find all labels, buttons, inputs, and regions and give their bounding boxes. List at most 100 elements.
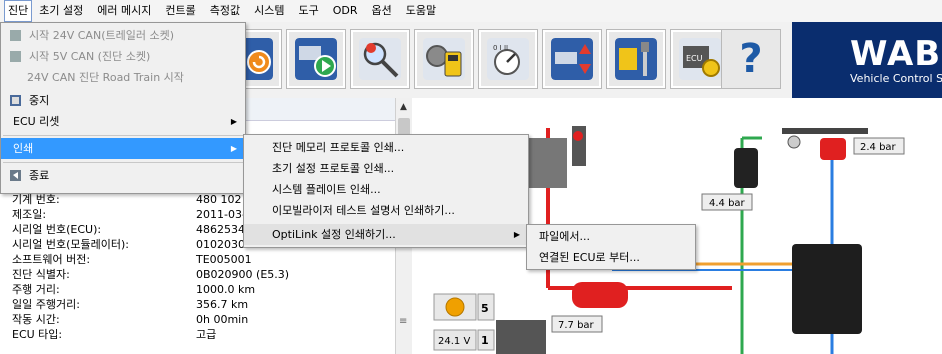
menu-item-label: 연결된 ECU로 부터... [539,251,640,264]
menu-item-label: 24V CAN 진단 Road Train 시작 [27,71,184,84]
channel-label-5: 5 [481,302,489,315]
info-value: 4862534 [196,223,245,236]
menu-help[interactable]: 도움말 [399,1,443,21]
info-key: 제조일: [12,208,47,221]
pressure-label-3: 7.7 bar [558,320,595,331]
menu-options[interactable]: 옵션 [365,1,399,21]
trailer-play-icon [295,38,337,80]
info-key: 기계 번호: [12,193,60,206]
menu-item-label: 인쇄 [13,142,34,155]
toolbar-button-search[interactable] [350,29,410,89]
menu-item-label: 종료 [29,169,50,182]
magnifier-icon [359,38,401,80]
air-reservoir-small [734,148,758,188]
menu-item-print-diagnostic-memory[interactable]: 진단 메모리 프로토콜 인쇄... [244,137,528,158]
menu-separator [3,162,243,163]
menu-odr[interactable]: ODR [326,1,365,21]
info-key: 주행 거리: [12,283,60,296]
menu-item-start-road-train[interactable]: 24V CAN 진단 Road Train 시작 [1,67,245,88]
menu-separator [3,135,243,136]
menu-item-label: ECU 리셋 [13,115,60,128]
info-value: 0B020900 (E5.3) [196,268,290,281]
toolbar-button-tools[interactable] [606,29,666,89]
valve-red-cap [573,131,583,141]
menu-item-stop[interactable]: 중지 [1,90,245,111]
menu-item-print-optilink[interactable]: OptiLink 설정 인쇄하기... ▶ [244,224,528,245]
trailer-socket-icon [10,30,21,41]
submenu-arrow-icon: ▶ [513,230,520,239]
menu-item-from-file[interactable]: 파일에서... [527,226,695,247]
info-value: 1000.0 km [196,283,256,296]
tools-icon [615,38,657,80]
submenu-arrow-icon: ▶ [230,117,237,126]
channel-label-1: 1 [481,334,489,347]
info-value: TE005001 [196,253,252,266]
menu-item-label: 초기 설정 프로토콜 인쇄... [272,162,395,175]
gear-multimeter-icon [423,38,465,80]
dial-icon: 0 I II [487,38,529,80]
menu-initial-setup[interactable]: 초기 설정 [32,1,90,21]
menu-bar: 진단 초기 설정 에러 메시지 컨트롤 측정값 시스템 도구 ODR 옵션 도움… [0,0,942,23]
toolbar-button-play[interactable] [286,29,346,89]
info-key: 일일 주행거리: [12,298,80,311]
air-reservoir-large [572,282,628,308]
help-button[interactable]: ? [721,29,781,89]
menu-item-print-system-plate[interactable]: 시스템 플레이트 인쇄... [244,179,528,200]
menu-tools[interactable]: 도구 [291,1,325,21]
ecu-gear-icon: ECU [679,38,721,80]
menu-error-messages[interactable]: 에러 메시지 [90,1,158,21]
trailer-arrows-icon [551,38,593,80]
brand-banner: WAB Vehicle Control S [792,22,942,98]
menu-item-exit[interactable]: 종료 [1,165,245,186]
warning-lamp-icon [445,297,465,317]
info-value: 고급 [196,328,217,341]
svg-text:ECU: ECU [686,54,703,63]
pressure-label-2: 4.4 bar [709,198,746,209]
print-submenu: 진단 메모리 프로토콜 인쇄... 초기 설정 프로토콜 인쇄... 시스템 플… [243,134,529,248]
info-value: 0h 00min [196,313,249,326]
diagnosis-menu: 시작 24V CAN(트레일러 소켓) 시작 5V CAN (진단 소켓) 24… [0,22,246,194]
info-value: 0102030 [196,238,245,251]
help-icon: ? [739,36,763,82]
toolbar-button-measure[interactable] [414,29,474,89]
menu-item-label: 시작 5V CAN (진단 소켓) [29,50,151,63]
menu-item-print-initial-setup[interactable]: 초기 설정 프로토콜 인쇄... [244,158,528,179]
menu-item-ecu-reset[interactable]: ECU 리셋 ▶ [1,111,245,132]
menu-diagnosis[interactable]: 진단 [4,0,33,22]
info-key: ECU 타입: [12,328,63,341]
menu-system[interactable]: 시스템 [247,1,291,21]
connector-block [496,320,546,354]
menu-item-label: 시스템 플레이트 인쇄... [272,183,381,196]
menu-item-from-connected-ecu[interactable]: 연결된 ECU로 부터... [527,247,695,268]
info-key: 시리얼 번호(ECU): [12,223,102,236]
menu-item-print-immobilizer[interactable]: 이모빌라이저 테스트 설명서 인쇄하기... [244,200,528,221]
toolbar-button-trailer-arrows[interactable] [542,29,602,89]
info-value: 2011-03- [196,208,246,221]
menu-item-label: 중지 [29,94,50,107]
menu-item-start-24v-can[interactable]: 시작 24V CAN(트레일러 소켓) [1,25,245,46]
brand-logo: WAB [850,34,942,74]
reservoir-red-top [820,138,846,160]
rail [782,128,868,134]
submenu-arrow-icon: ▶ [230,144,237,153]
menu-control[interactable]: 컨트롤 [158,1,202,21]
scroll-up-arrow-icon[interactable]: ▲ [400,102,407,112]
pressure-label-1: 2.4 bar [860,142,897,153]
toolbar-button-dial[interactable]: 0 I II [478,29,538,89]
exit-icon [10,170,21,181]
menu-item-label: 진단 메모리 프로토콜 인쇄... [272,141,405,154]
info-key: 시리얼 번호(모듈레이터): [12,238,129,251]
menu-item-start-5v-can[interactable]: 시작 5V CAN (진단 소켓) [1,46,245,67]
svg-text:0 I II: 0 I II [493,44,508,52]
scrollbar-grip-icon: ≡ [399,316,408,327]
info-value: 356.7 km [196,298,249,311]
menu-item-label: OptiLink 설정 인쇄하기... [272,228,396,241]
diagnostic-socket-icon [10,51,21,62]
menu-measurements[interactable]: 측정값 [203,1,247,21]
menu-item-label: 시작 24V CAN(트레일러 소켓) [29,29,174,42]
optilink-submenu: 파일에서... 연결된 ECU로 부터... [526,224,696,270]
ecu-module [792,244,862,334]
menu-item-print[interactable]: 인쇄 ▶ [1,138,245,159]
info-key: 작동 시간: [12,313,60,326]
menu-item-label: 이모빌라이저 테스트 설명서 인쇄하기... [272,204,455,217]
